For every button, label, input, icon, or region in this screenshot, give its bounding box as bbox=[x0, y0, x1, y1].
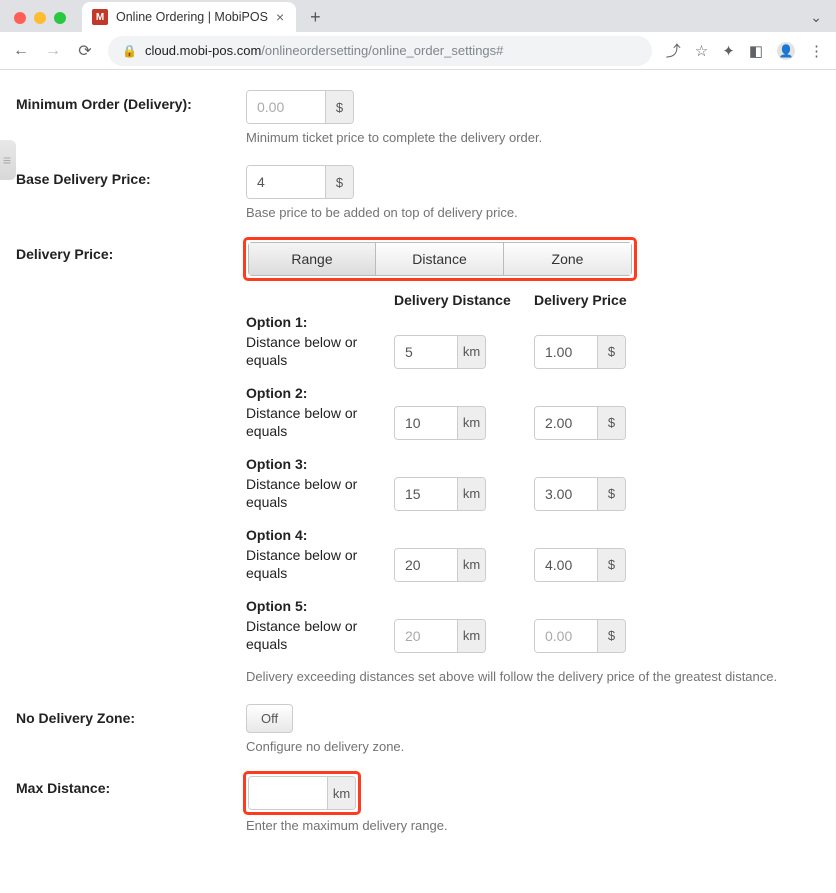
option-title: Option 5: bbox=[246, 598, 836, 614]
option-sublabel: Distance below or equals bbox=[246, 476, 394, 511]
option-distance-input[interactable] bbox=[395, 620, 457, 652]
exceeding-help: Delivery exceeding distances set above w… bbox=[246, 669, 836, 684]
km-addon: km bbox=[457, 549, 485, 581]
option-distance-input[interactable] bbox=[395, 336, 457, 368]
minimize-window-icon[interactable] bbox=[34, 12, 46, 24]
currency-addon: $ bbox=[597, 478, 625, 510]
no-delivery-zone-label: No Delivery Zone: bbox=[16, 704, 246, 726]
km-addon: km bbox=[457, 478, 485, 510]
currency-addon: $ bbox=[325, 166, 353, 198]
url-host: cloud.mobi-pos.com bbox=[145, 43, 261, 58]
delivery-distance-header: Delivery Distance bbox=[394, 292, 534, 308]
option-block-2: Option 2: Distance below or equals km $ bbox=[246, 385, 836, 440]
option-title: Option 4: bbox=[246, 527, 836, 543]
maximize-window-icon[interactable] bbox=[54, 12, 66, 24]
option-sublabel: Distance below or equals bbox=[246, 334, 394, 369]
option-block-3: Option 3: Distance below or equals km $ bbox=[246, 456, 836, 511]
option-sublabel: Distance below or equals bbox=[246, 405, 394, 440]
new-tab-button[interactable]: + bbox=[302, 7, 329, 32]
back-button[interactable]: ← bbox=[12, 42, 30, 60]
segment-range[interactable]: Range bbox=[248, 242, 376, 276]
option-sublabel: Distance below or equals bbox=[246, 618, 394, 653]
km-addon: km bbox=[457, 336, 485, 368]
max-distance-label: Max Distance: bbox=[16, 774, 246, 796]
browser-titlebar: M Online Ordering | MobiPOS × + ⌄ bbox=[0, 0, 836, 32]
max-distance-highlight: km bbox=[246, 774, 358, 812]
base-price-label: Base Delivery Price: bbox=[16, 165, 246, 187]
option-price-input[interactable] bbox=[535, 549, 597, 581]
currency-addon: $ bbox=[597, 620, 625, 652]
favicon-icon: M bbox=[92, 9, 108, 25]
option-distance-input[interactable] bbox=[395, 478, 457, 510]
base-price-input[interactable] bbox=[247, 166, 325, 198]
option-price-input[interactable] bbox=[535, 407, 597, 439]
address-bar[interactable]: 🔒 cloud.mobi-pos.com/onlineordersetting/… bbox=[108, 36, 652, 66]
option-distance-input[interactable] bbox=[395, 407, 457, 439]
segment-highlight: Range Distance Zone bbox=[246, 240, 634, 278]
km-addon: km bbox=[457, 407, 485, 439]
url-path: /onlineordersetting/online_order_setting… bbox=[261, 43, 503, 58]
km-addon: km bbox=[457, 620, 485, 652]
segment-zone[interactable]: Zone bbox=[504, 242, 632, 276]
delivery-price-label: Delivery Price: bbox=[16, 240, 246, 262]
extensions-icon[interactable]: ✦ bbox=[722, 42, 735, 60]
currency-addon: $ bbox=[597, 407, 625, 439]
chevron-down-icon[interactable]: ⌄ bbox=[810, 9, 836, 32]
minimum-order-help: Minimum ticket price to complete the del… bbox=[246, 130, 836, 145]
tab-close-icon[interactable]: × bbox=[276, 9, 284, 25]
max-distance-help: Enter the maximum delivery range. bbox=[246, 818, 836, 833]
price-mode-segment: Range Distance Zone bbox=[248, 242, 632, 276]
base-price-help: Base price to be added on top of deliver… bbox=[246, 205, 836, 220]
currency-addon: $ bbox=[597, 336, 625, 368]
km-addon: km bbox=[327, 777, 355, 809]
profile-avatar-icon[interactable]: 👤 bbox=[777, 42, 795, 60]
tab-title: Online Ordering | MobiPOS bbox=[116, 10, 268, 24]
window-controls bbox=[14, 12, 66, 24]
option-title: Option 2: bbox=[246, 385, 836, 401]
sidebar-handle[interactable]: ≡ bbox=[0, 140, 16, 180]
option-block-1: Option 1: Distance below or equals km $ bbox=[246, 314, 836, 369]
option-price-input[interactable] bbox=[535, 620, 597, 652]
option-title: Option 3: bbox=[246, 456, 836, 472]
share-icon[interactable]: ⤴ bbox=[666, 40, 681, 61]
currency-addon: $ bbox=[597, 549, 625, 581]
minimum-order-input[interactable] bbox=[247, 91, 325, 123]
option-price-input[interactable] bbox=[535, 336, 597, 368]
option-block-5: Option 5: Distance below or equals km $ bbox=[246, 598, 836, 653]
reload-button[interactable]: ⟳ bbox=[76, 41, 94, 61]
max-distance-input[interactable] bbox=[249, 777, 327, 809]
sidepanel-icon[interactable]: ◧ bbox=[749, 42, 763, 60]
no-delivery-zone-toggle[interactable]: Off bbox=[246, 704, 293, 733]
option-price-input[interactable] bbox=[535, 478, 597, 510]
close-window-icon[interactable] bbox=[14, 12, 26, 24]
bookmark-icon[interactable]: ☆ bbox=[695, 42, 708, 60]
browser-toolbar: ← → ⟳ 🔒 cloud.mobi-pos.com/onlineorderse… bbox=[0, 32, 836, 70]
no-delivery-zone-help: Configure no delivery zone. bbox=[246, 739, 836, 754]
lock-icon: 🔒 bbox=[122, 44, 137, 58]
option-distance-input[interactable] bbox=[395, 549, 457, 581]
delivery-price-header: Delivery Price bbox=[534, 292, 674, 308]
segment-distance[interactable]: Distance bbox=[376, 242, 504, 276]
forward-button: → bbox=[44, 42, 62, 60]
currency-addon: $ bbox=[325, 91, 353, 123]
option-title: Option 1: bbox=[246, 314, 836, 330]
option-sublabel: Distance below or equals bbox=[246, 547, 394, 582]
menu-icon[interactable]: ⋮ bbox=[809, 42, 824, 60]
browser-tab[interactable]: M Online Ordering | MobiPOS × bbox=[82, 2, 296, 32]
option-block-4: Option 4: Distance below or equals km $ bbox=[246, 527, 836, 582]
minimum-order-label: Minimum Order (Delivery): bbox=[16, 90, 246, 112]
